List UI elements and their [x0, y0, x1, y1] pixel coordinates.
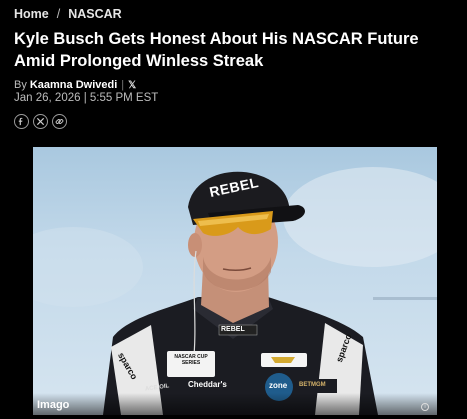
byline: By Kaamna Dwivedi | 𝕏 — [14, 79, 136, 91]
author-link[interactable]: Kaamna Dwivedi — [30, 79, 117, 91]
article-title: Kyle Busch Gets Honest About His NASCAR … — [14, 30, 419, 70]
share-buttons — [14, 114, 67, 129]
facebook-icon[interactable] — [14, 114, 29, 129]
hero-image: REBEL REBEL sparco sparco NASCAR CUP SER… — [33, 147, 437, 415]
x-share-icon[interactable] — [33, 114, 48, 129]
info-icon[interactable]: i — [421, 403, 429, 411]
jacket-cheddars-patch: Cheddar's — [188, 380, 227, 389]
byline-divider: | — [121, 79, 125, 91]
jacket-rebel-patch: REBEL — [221, 326, 245, 333]
breadcrumb: Home / NASCAR — [14, 7, 122, 21]
link-icon[interactable] — [52, 114, 67, 129]
byline-by-label: By — [14, 79, 27, 91]
breadcrumb-separator: / — [56, 7, 61, 21]
breadcrumb-section-link[interactable]: NASCAR — [68, 7, 121, 21]
image-credit: Imago — [37, 399, 70, 411]
image-caption-bar: Imago i — [33, 393, 437, 415]
breadcrumb-home-link[interactable]: Home — [14, 7, 49, 21]
x-icon[interactable]: 𝕏 — [128, 80, 136, 91]
jacket-betmgm-patch: BETMGM — [299, 382, 326, 388]
publish-date: Jan 26, 2026 | 5:55 PM EST — [14, 92, 159, 104]
jacket-nascar-patch: NASCAR CUP SERIES — [174, 354, 208, 366]
jacket-zone-patch: zone — [269, 381, 288, 390]
